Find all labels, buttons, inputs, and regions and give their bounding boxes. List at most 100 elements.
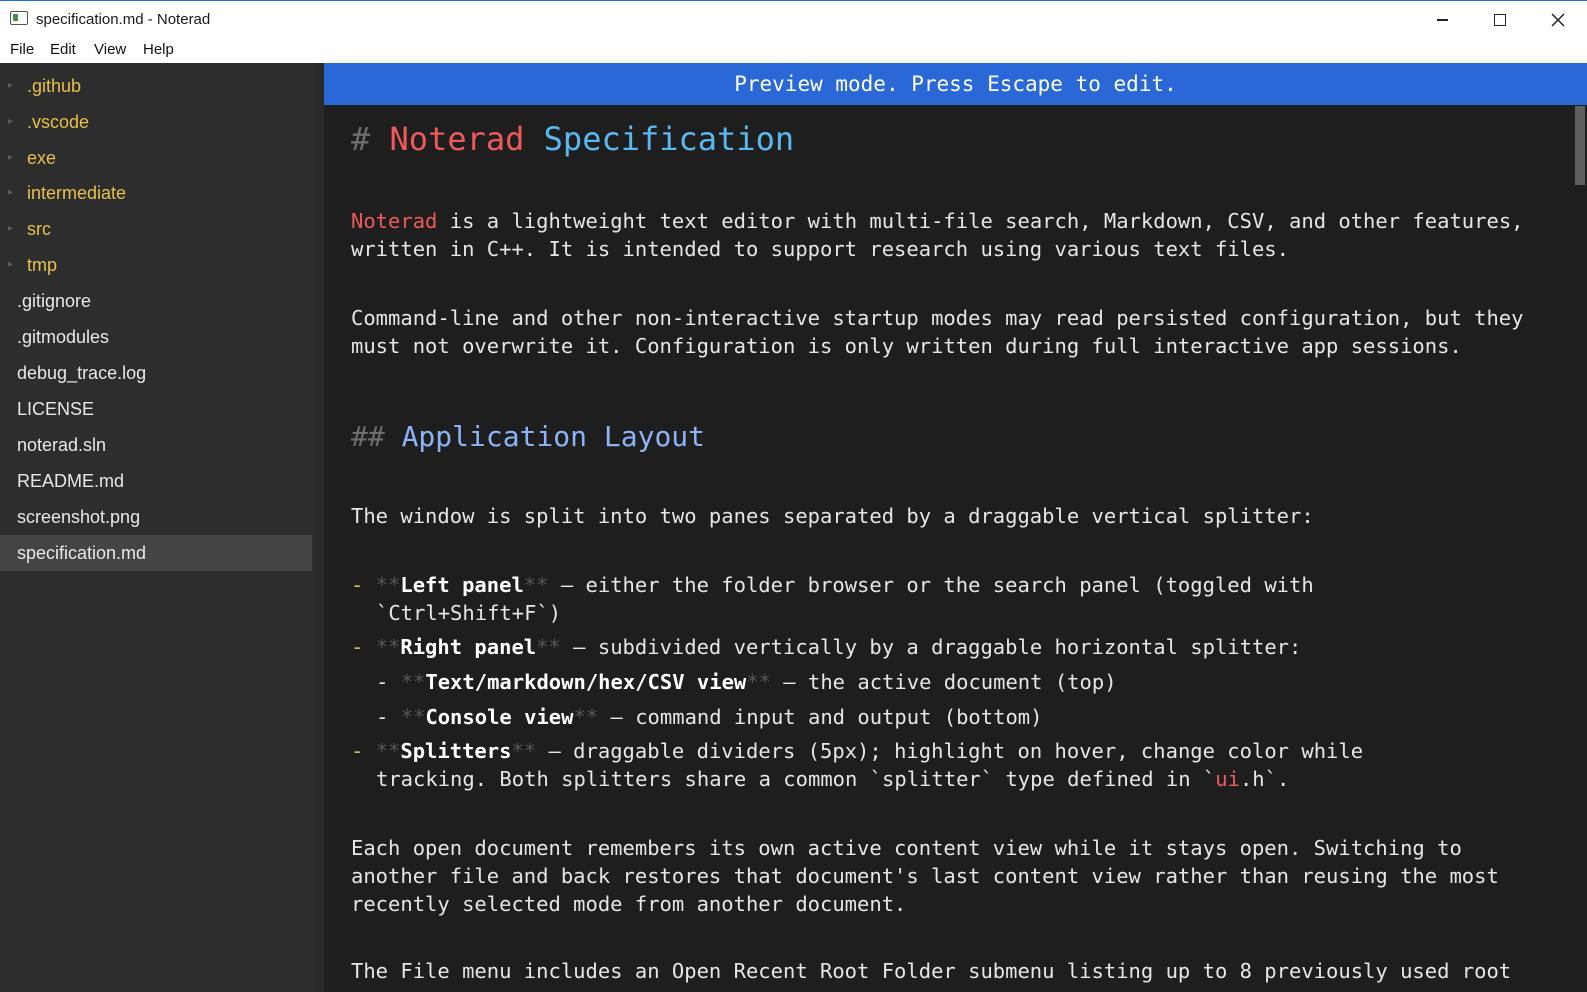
bold-text: Text/markdown/hex/CSV view bbox=[425, 670, 747, 694]
list-item-continuation: `Ctrl+Shift+F`) bbox=[376, 601, 562, 625]
file-label: screenshot.png bbox=[17, 507, 141, 527]
bold-marker: ** bbox=[375, 635, 401, 659]
bold-marker: ** bbox=[536, 635, 561, 659]
close-icon bbox=[1551, 13, 1565, 27]
file-label: noterad.sln bbox=[17, 435, 107, 455]
bullet-marker: - bbox=[351, 635, 364, 659]
bold-marker: ** bbox=[523, 573, 549, 597]
file-label: .gitmodules bbox=[17, 327, 110, 347]
paragraph-line: The File menu includes an Open Recent Ro… bbox=[351, 959, 1512, 983]
file-label: LICENSE bbox=[17, 399, 95, 419]
bold-text: Left panel bbox=[400, 573, 524, 597]
window-title: specification.md - Noterad bbox=[36, 11, 211, 28]
preview-mode-banner: Preview mode. Press Escape to edit. bbox=[324, 63, 1587, 105]
file-item[interactable]: debug_trace.log bbox=[0, 355, 312, 391]
text-run: — subdivided vertically by a draggable h… bbox=[560, 635, 1302, 659]
folder-browser: ▸ .github ▸ .vscode ▸ exe ▸ intermediate… bbox=[0, 63, 324, 992]
title-bar: specification.md - Noterad bbox=[0, 0, 1587, 38]
paragraph-line: Noterad is a lightweight text editor wit… bbox=[351, 207, 1524, 235]
folder-item[interactable]: ▸ .github bbox=[0, 68, 312, 104]
code-highlight: ui bbox=[1215, 767, 1240, 791]
scrollbar-thumb[interactable] bbox=[1575, 106, 1585, 185]
folder-item[interactable]: ▸ .vscode bbox=[0, 104, 312, 140]
paragraph-line: Each open document remembers its own act… bbox=[351, 836, 1462, 860]
heading-1: # Noterad Specification bbox=[351, 119, 794, 159]
folder-label: exe bbox=[27, 148, 57, 168]
list-item-continuation: tracking. Both splitters share a common … bbox=[376, 765, 1289, 793]
file-item[interactable]: noterad.sln bbox=[0, 427, 312, 463]
chevron-right-icon: ▸ bbox=[8, 116, 14, 127]
file-label: debug_trace.log bbox=[17, 363, 147, 383]
text-run: — either the folder browser or the searc… bbox=[548, 573, 1314, 597]
folder-item[interactable]: ▸ exe bbox=[0, 140, 312, 176]
folder-label: .github bbox=[27, 76, 82, 96]
menu-bar: File Edit View Help bbox=[0, 38, 1587, 63]
file-item[interactable]: screenshot.png bbox=[0, 499, 312, 535]
bold-text: Right panel bbox=[400, 635, 537, 659]
bullet-marker: - bbox=[376, 670, 389, 694]
paragraph-line: The window is split into two panes separ… bbox=[351, 504, 1314, 528]
file-label: .gitignore bbox=[17, 291, 92, 311]
text-run: — the active document (top) bbox=[770, 670, 1117, 694]
chevron-right-icon: ▸ bbox=[8, 259, 14, 270]
heading-title: Application Layout bbox=[401, 420, 706, 453]
menu-help[interactable]: Help bbox=[143, 41, 174, 58]
folder-label: tmp bbox=[27, 255, 58, 275]
bold-marker: ** bbox=[375, 573, 401, 597]
chevron-right-icon: ▸ bbox=[8, 80, 14, 91]
sidebar-splitter[interactable] bbox=[312, 63, 324, 992]
folder-label: .vscode bbox=[27, 112, 90, 132]
bullet-marker: - bbox=[376, 705, 389, 729]
maximize-button[interactable] bbox=[1471, 1, 1529, 39]
nested-list-item: - **Text/markdown/hex/CSV view** — the a… bbox=[376, 668, 1117, 696]
heading-word: Specification bbox=[543, 120, 795, 158]
nested-list-item: - **Console view** — command input and o… bbox=[376, 703, 1043, 731]
bold-marker: ** bbox=[573, 705, 599, 729]
menu-view[interactable]: View bbox=[94, 41, 126, 58]
bold-marker: ** bbox=[375, 739, 401, 763]
folder-item[interactable]: ▸ tmp bbox=[0, 247, 312, 283]
file-item[interactable]: LICENSE bbox=[0, 391, 312, 427]
bold-text: Splitters bbox=[400, 739, 512, 763]
bold-marker: ** bbox=[511, 739, 537, 763]
text-run: tracking. Both splitters share a common … bbox=[376, 767, 1216, 791]
chevron-right-icon: ▸ bbox=[8, 152, 14, 163]
text-run: — command input and output (bottom) bbox=[598, 705, 1043, 729]
list-item: - **Splitters** — draggable dividers (5p… bbox=[351, 737, 1363, 765]
maximize-icon bbox=[1494, 14, 1506, 26]
text-run: — draggable dividers (5px); highlight on… bbox=[536, 739, 1364, 763]
paragraph-line: Command-line and other non-interactive s… bbox=[351, 306, 1524, 330]
paragraph-line: written in C++. It is intended to suppor… bbox=[351, 237, 1289, 261]
menu-file[interactable]: File bbox=[10, 41, 34, 58]
minimize-button[interactable] bbox=[1413, 1, 1471, 39]
bullet-marker: - bbox=[351, 739, 364, 763]
file-item-selected[interactable]: specification.md bbox=[0, 535, 312, 571]
file-item[interactable]: README.md bbox=[0, 463, 312, 499]
app-name-highlight: Noterad bbox=[351, 209, 438, 233]
heading-word: Noterad bbox=[389, 120, 525, 158]
minimize-icon bbox=[1436, 19, 1448, 21]
file-label: specification.md bbox=[17, 543, 147, 563]
markdown-preview[interactable]: Preview mode. Press Escape to edit. # No… bbox=[324, 63, 1587, 992]
file-label: README.md bbox=[17, 471, 125, 491]
folder-item[interactable]: ▸ src bbox=[0, 211, 312, 247]
file-item[interactable]: .gitmodules bbox=[0, 319, 312, 355]
menu-edit[interactable]: Edit bbox=[50, 41, 76, 58]
close-button[interactable] bbox=[1529, 1, 1587, 39]
text-run: .h`. bbox=[1239, 767, 1290, 791]
file-item[interactable]: .gitignore bbox=[0, 283, 312, 319]
text-run: is a lightweight text editor with multi-… bbox=[437, 209, 1524, 233]
paragraph-line: must not overwrite it. Configuration is … bbox=[351, 334, 1462, 358]
heading-marker: ## bbox=[351, 420, 385, 453]
paragraph-line: recently selected mode from another docu… bbox=[351, 892, 907, 916]
folder-label: src bbox=[27, 219, 51, 239]
folder-label: intermediate bbox=[27, 183, 127, 203]
bold-marker: ** bbox=[400, 670, 426, 694]
bold-text: Console view bbox=[425, 705, 574, 729]
list-item: - **Left panel** — either the folder bro… bbox=[351, 571, 1314, 599]
bullet-marker: - bbox=[351, 573, 364, 597]
bold-marker: ** bbox=[400, 705, 426, 729]
heading-2: ## Application Layout bbox=[351, 419, 705, 455]
chevron-right-icon: ▸ bbox=[8, 223, 14, 234]
folder-item[interactable]: ▸ intermediate bbox=[0, 175, 312, 211]
